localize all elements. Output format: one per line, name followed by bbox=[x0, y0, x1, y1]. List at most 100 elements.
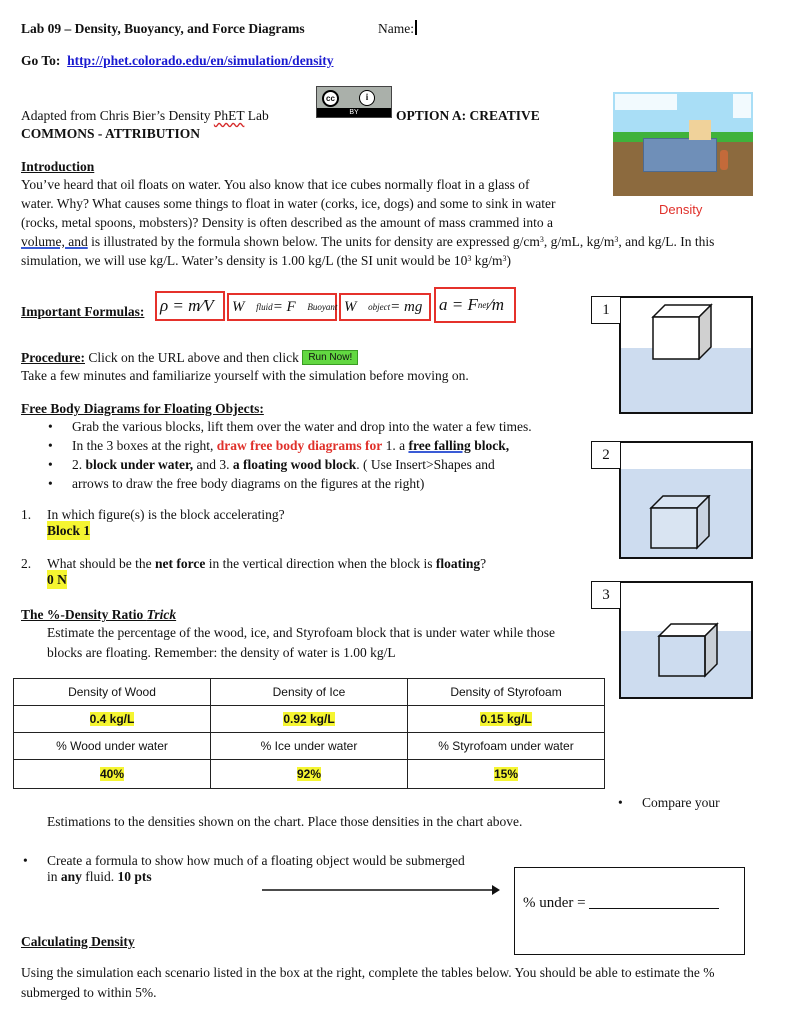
name-field-cursor[interactable] bbox=[415, 20, 417, 35]
fbd-bullet-3: 2. block under water, and 3. a floating … bbox=[48, 455, 495, 474]
name-label: Name: bbox=[378, 19, 417, 38]
table-cell[interactable]: 15% bbox=[407, 759, 605, 789]
intro-l4a: is illustrated by the formula shown belo… bbox=[87, 234, 540, 249]
fbd-bullet-4: arrows to draw the free body diagrams on… bbox=[48, 474, 424, 493]
figure-1[interactable]: 1 bbox=[591, 296, 761, 436]
fbd-heading: Free Body Diagrams for Floating Objects: bbox=[21, 401, 264, 416]
table-cell[interactable]: 0.4 kg/L bbox=[13, 705, 211, 733]
ft-c: fluid. bbox=[81, 869, 118, 884]
simulation-link[interactable]: http://phet.colorado.edu/en/simulation/d… bbox=[67, 53, 333, 68]
question-2-answer[interactable]: 0 N bbox=[47, 570, 67, 589]
trick-line-2: blocks are floating. Remember: the densi… bbox=[47, 645, 396, 660]
table-row: % Wood under water % Ice under water % S… bbox=[13, 732, 605, 760]
figure-3[interactable]: 3 bbox=[591, 581, 761, 721]
volume-link[interactable]: volume, and bbox=[21, 234, 88, 249]
thumb-block bbox=[689, 120, 711, 140]
q2-net-force: net force bbox=[154, 556, 206, 571]
intro-l4b: , g/mL, kg/m bbox=[543, 234, 615, 249]
f4a: a = F bbox=[439, 295, 478, 314]
acceleration-formula: a = Fnet ⁄m bbox=[434, 287, 516, 323]
fbd-b3e: . ( Use Insert>Shapes and bbox=[356, 457, 495, 472]
formulas-label: Important Formulas: bbox=[21, 304, 145, 319]
table-row: 0.4 kg/L 0.92 kg/L 0.15 kg/L bbox=[13, 705, 605, 733]
trick-heading-a: The %-Density Ratio bbox=[21, 607, 147, 622]
attribution-person-icon: i bbox=[359, 90, 375, 106]
adapted-from-text: Adapted from Chris Bier’s Density PhET L… bbox=[21, 106, 269, 125]
compare-line: Estimations to the densities shown on th… bbox=[47, 814, 523, 829]
table-cell[interactable]: 0.15 kg/L bbox=[407, 705, 605, 733]
sup: 3 bbox=[502, 254, 507, 263]
f2a: W⃗ bbox=[232, 298, 257, 315]
intro-line-1: You’ve heard that oil floats on water. Y… bbox=[21, 177, 530, 192]
q2b: in the vertical direction when the block… bbox=[205, 556, 436, 571]
percent-under-box[interactable]: % under = bbox=[514, 867, 745, 955]
figure-2-number: 2 bbox=[591, 441, 621, 469]
lab-word: Lab bbox=[244, 108, 269, 123]
option-line2: COMMONS - ATTRIBUTION bbox=[21, 126, 201, 141]
fbd-b2c: block, bbox=[470, 438, 510, 453]
table-row: 40% 92% 15% bbox=[13, 759, 605, 789]
fbd-bullet-2: In the 3 boxes at the right, draw free b… bbox=[48, 436, 510, 455]
figure-1-box bbox=[619, 296, 753, 414]
wood-pct-value: 40% bbox=[99, 767, 125, 781]
fbd-b2-red: draw free body diagrams for bbox=[216, 438, 383, 453]
figure-3-number: 3 bbox=[591, 581, 621, 609]
percent-under-text: % under = bbox=[523, 895, 590, 911]
intro-line-2: water. Why? What causes some things to f… bbox=[21, 196, 556, 211]
creative-commons-badge: cc i BY bbox=[316, 86, 392, 118]
f2sub2: Buoyant bbox=[307, 302, 338, 312]
thumb-side-panel bbox=[733, 94, 751, 118]
thumb-scale bbox=[720, 150, 728, 170]
question-1-num: 1. bbox=[21, 507, 32, 522]
q2-floating: floating bbox=[435, 556, 481, 571]
cc-icon: cc bbox=[322, 90, 339, 107]
question-2-num: 2. bbox=[21, 556, 32, 571]
f3b: = mg⃗ bbox=[390, 298, 435, 315]
thumb-pool bbox=[643, 138, 717, 172]
compare-bullet: Compare your bbox=[618, 793, 719, 812]
fbd-b2a: In the 3 boxes at the right, bbox=[72, 438, 217, 453]
adapted-prefix: Adapted from Chris Bier’s Density bbox=[21, 108, 214, 123]
table-cell[interactable]: 0.92 kg/L bbox=[210, 705, 408, 733]
fbd-b3c: and 3. bbox=[193, 457, 233, 472]
simulation-thumbnail[interactable] bbox=[613, 92, 753, 196]
thumbnail-caption[interactable]: Density bbox=[659, 202, 702, 217]
ft-a: in bbox=[47, 869, 61, 884]
block-icon bbox=[651, 303, 713, 360]
ft-any: any bbox=[60, 869, 82, 884]
formula-task-line-2: in any fluid. 10 pts bbox=[47, 867, 152, 886]
buoyancy-formula: W⃗ fluid = F⃗ Buoyant bbox=[227, 293, 337, 321]
calculating-line-1: Using the simulation each scenario liste… bbox=[21, 965, 715, 980]
intro-line-3: (rocks, metal spoons, mobsters)? Density… bbox=[21, 215, 553, 230]
block-icon bbox=[657, 622, 719, 678]
fbd-b3d: a floating wood block bbox=[232, 457, 357, 472]
name-label-text: Name: bbox=[378, 21, 414, 36]
goto-line: Go To: http://phet.colorado.edu/en/simul… bbox=[21, 51, 333, 70]
table-row: Density of Wood Density of Ice Density o… bbox=[13, 678, 605, 706]
styrofoam-density-value: 0.15 kg/L bbox=[480, 712, 532, 726]
phet-word: PhET bbox=[213, 108, 245, 123]
q2a: What should be the bbox=[47, 556, 155, 571]
intro-line-4: volume, and is illustrated by the formul… bbox=[21, 232, 714, 251]
density-formula: ρ = m⁄V bbox=[155, 291, 225, 321]
table-cell[interactable]: 40% bbox=[13, 759, 211, 789]
sup: 3 bbox=[614, 235, 619, 244]
question-1-answer[interactable]: Block 1 bbox=[47, 521, 91, 540]
fbd-bullet-1: Grab the various blocks, lift them over … bbox=[48, 417, 532, 436]
run-now-button[interactable]: Run Now! bbox=[302, 350, 359, 365]
free-falling-text: free falling bbox=[408, 438, 471, 453]
figure-2[interactable]: 2 bbox=[591, 441, 761, 581]
option-line1: OPTION A: CREATIVE bbox=[396, 108, 540, 123]
intro-line-5: simulation, we will use kg/L. Water’s de… bbox=[21, 251, 511, 270]
percent-under-blank[interactable] bbox=[589, 894, 720, 909]
f3a: W⃗ bbox=[344, 298, 369, 315]
trick-heading: The %-Density Ratio Trick bbox=[21, 605, 176, 624]
table-cell[interactable]: 92% bbox=[210, 759, 408, 789]
thumb-control-panel bbox=[615, 94, 677, 110]
trick-line-1: Estimate the percentage of the wood, ice… bbox=[47, 625, 555, 640]
f3sub: object bbox=[368, 302, 391, 312]
table-header-cell: Density of Ice bbox=[210, 678, 408, 706]
sup: 3 bbox=[467, 254, 472, 263]
fbd-b3b: block under water, bbox=[85, 457, 194, 472]
introduction-heading: Introduction bbox=[21, 159, 95, 174]
